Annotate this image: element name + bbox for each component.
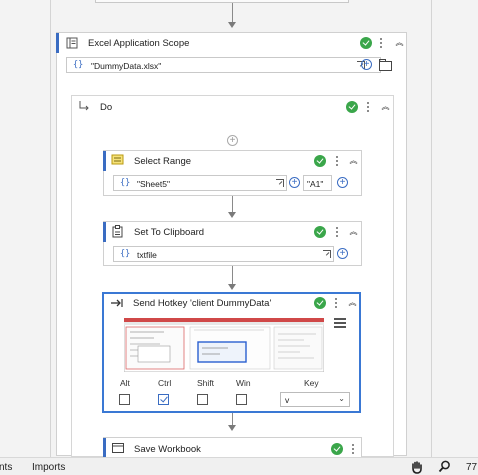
save-workbook-icon xyxy=(112,443,124,453)
connector-arrow xyxy=(228,425,236,431)
zoom-level[interactable]: 77 xyxy=(466,462,477,473)
more-options-icon[interactable] xyxy=(352,444,355,456)
workbook-path-field[interactable]: {} "DummyData.xlsx" xyxy=(66,57,381,73)
valid-status-icon xyxy=(346,101,358,113)
alt-label: Alt xyxy=(120,378,130,388)
add-variable-icon[interactable]: + xyxy=(361,59,372,70)
sheet-name-value: "Sheet5" xyxy=(137,179,170,189)
expression-icon: {} xyxy=(120,178,131,188)
range-field[interactable]: "A1" xyxy=(303,175,332,191)
send-hotkey-activity[interactable]: Send Hotkey 'client DummyData' ︽ Alt Ctr… xyxy=(102,292,361,413)
connector-arrow xyxy=(228,22,236,28)
zoom-magnifier-icon[interactable] xyxy=(438,460,451,473)
clipboard-icon xyxy=(112,225,123,238)
more-options-icon[interactable] xyxy=(336,156,339,168)
valid-status-icon xyxy=(314,226,326,238)
status-bar: nts Imports 77 xyxy=(0,457,478,475)
ctrl-checkbox[interactable] xyxy=(158,394,169,405)
add-variable-icon[interactable]: + xyxy=(289,177,300,188)
previous-activity-bottom xyxy=(95,0,349,3)
clipboard-text-field[interactable]: {} txtfile xyxy=(113,246,334,262)
ctrl-label: Ctrl xyxy=(158,378,172,388)
arguments-tab[interactable]: nts xyxy=(0,462,12,473)
activity-title: Excel Application Scope xyxy=(88,38,190,49)
more-options-icon[interactable] xyxy=(336,227,339,239)
workflow-designer-canvas[interactable]: Excel Application Scope ︽ {} "DummyData.… xyxy=(0,0,478,461)
connector-arrow xyxy=(228,212,236,218)
activity-header[interactable]: Set To Clipboard ︽ xyxy=(104,222,361,244)
target-screenshot-preview[interactable] xyxy=(124,318,324,372)
activity-title: Select Range xyxy=(134,156,192,167)
expression-icon: {} xyxy=(73,60,84,70)
more-options-icon[interactable] xyxy=(367,102,370,114)
activity-title: Send Hotkey 'client DummyData' xyxy=(133,298,272,309)
key-label: Key xyxy=(304,378,319,388)
activity-header[interactable]: Excel Application Scope ︽ xyxy=(57,33,406,55)
collapse-icon[interactable]: ︽ xyxy=(393,37,405,49)
win-label: Win xyxy=(236,378,251,388)
valid-status-icon xyxy=(314,155,326,167)
shift-label: Shift xyxy=(197,378,215,388)
more-options-icon[interactable] xyxy=(335,298,338,310)
add-activity-icon[interactable]: + xyxy=(227,135,238,146)
clipboard-text-value: txtfile xyxy=(137,250,157,260)
collapse-icon[interactable]: ︽ xyxy=(347,155,359,167)
expression-icon: {} xyxy=(120,249,131,259)
add-variable-icon[interactable]: + xyxy=(337,248,348,259)
set-to-clipboard-activity[interactable]: Set To Clipboard ︽ {} txtfile + xyxy=(103,221,362,266)
do-title: Do xyxy=(100,102,113,113)
activity-title: Save Workbook xyxy=(134,444,201,455)
browse-folder-icon[interactable] xyxy=(379,59,392,71)
valid-status-icon xyxy=(360,37,372,49)
workbook-path-value: "DummyData.xlsx" xyxy=(91,61,162,71)
select-range-activity[interactable]: Select Range ︽ {} "Sheet5" + "A1" + xyxy=(103,150,362,196)
connector-line xyxy=(232,196,233,213)
chevron-down-icon: ⌄ xyxy=(338,394,345,403)
connector-line xyxy=(232,3,233,23)
add-variable-icon[interactable]: + xyxy=(337,177,348,188)
key-dropdown[interactable]: v ⌄ xyxy=(280,392,350,407)
send-hotkey-icon xyxy=(111,299,123,307)
collapse-icon[interactable]: ︽ xyxy=(346,297,358,309)
win-checkbox[interactable] xyxy=(236,394,247,405)
activity-header[interactable]: Send Hotkey 'client DummyData' ︽ xyxy=(104,294,359,316)
select-range-icon xyxy=(111,154,124,165)
valid-status-icon xyxy=(331,443,343,455)
expand-editor-icon[interactable] xyxy=(276,179,284,187)
connector-arrow xyxy=(228,284,236,290)
alt-checkbox[interactable] xyxy=(119,394,130,405)
activity-header[interactable]: Select Range ︽ xyxy=(104,151,361,173)
key-value: v xyxy=(285,395,290,405)
shift-checkbox[interactable] xyxy=(197,394,208,405)
imports-tab[interactable]: Imports xyxy=(32,462,65,473)
do-branch-icon xyxy=(79,101,89,111)
expand-editor-icon[interactable] xyxy=(323,250,331,258)
excel-scope-icon xyxy=(66,37,78,49)
collapse-icon[interactable]: ︽ xyxy=(379,101,391,113)
connector-line xyxy=(232,266,233,285)
activity-title: Set To Clipboard xyxy=(134,227,205,238)
range-value: "A1" xyxy=(307,179,324,189)
hamburger-menu-icon[interactable] xyxy=(334,318,346,329)
do-header[interactable]: Do ︽ xyxy=(72,96,393,118)
collapse-icon[interactable]: ︽ xyxy=(347,226,359,238)
pan-hand-icon[interactable] xyxy=(410,460,424,474)
valid-status-icon xyxy=(314,297,326,309)
sheet-name-field[interactable]: {} "Sheet5" xyxy=(113,175,287,191)
more-options-icon[interactable] xyxy=(380,38,383,50)
